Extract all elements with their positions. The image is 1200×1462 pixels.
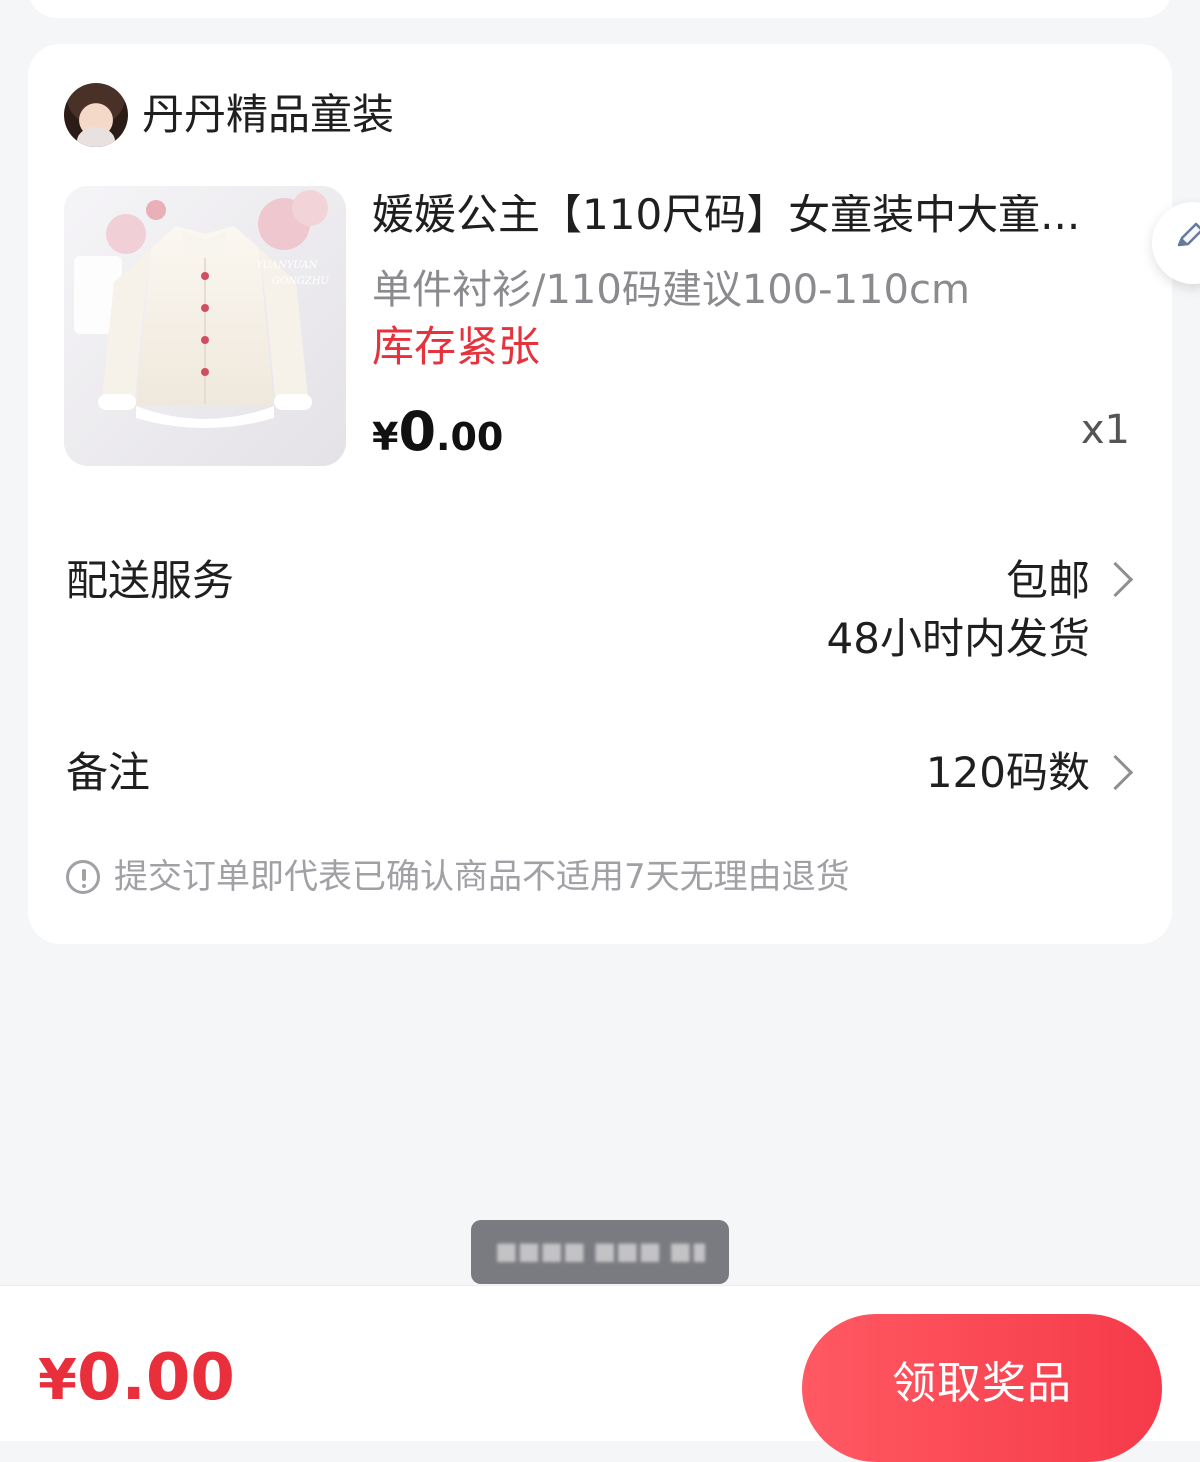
product-price-decimal: .00	[436, 415, 504, 459]
product-image-illustration: YUANYUAN GONGZHU	[64, 186, 346, 466]
product-price-currency: ¥	[372, 415, 399, 459]
total-price-currency: ¥	[38, 1348, 77, 1413]
order-card: 丹丹精品童装 YUANYUAN GONGZHU 媛媛公主【110尺码】女童装中大…	[28, 44, 1172, 944]
product-image[interactable]: YUANYUAN GONGZHU	[64, 186, 346, 466]
chevron-right-icon[interactable]	[1097, 561, 1134, 598]
toast-message: ■■■■ ■■■ ■■■■	[471, 1220, 729, 1284]
remarks-value[interactable]: 120码数	[926, 752, 1090, 794]
top-card-remnant	[28, 0, 1172, 18]
info-icon	[66, 860, 100, 894]
delivery-label: 配送服务	[66, 556, 235, 605]
total-price-amount: 0.00	[76, 1341, 235, 1415]
chevron-right-icon[interactable]	[1097, 754, 1134, 791]
stock-status-tag: 库存紧张	[372, 322, 541, 371]
product-price-integer: 0	[398, 400, 437, 463]
total-price: ¥0.00	[38, 1346, 235, 1410]
shop-header[interactable]: 丹丹精品童装	[64, 82, 394, 148]
shop-avatar[interactable]	[64, 83, 128, 147]
image-overlay-text-2: GONGZHU	[272, 276, 330, 287]
notice-text: 提交订单即代表已确认商品不适用7天无理由退货	[114, 857, 850, 897]
edit-icon	[1177, 222, 1200, 247]
toast-text: ■■■■ ■■■ ■■■■	[495, 1237, 705, 1265]
delivery-value-line2[interactable]: 48小时内发货	[827, 618, 1090, 660]
product-quantity: x1	[1080, 407, 1130, 453]
product-price: ¥0.00	[372, 400, 503, 463]
shop-name[interactable]: 丹丹精品童装	[142, 94, 394, 136]
product-title[interactable]: 媛媛公主【110尺码】女童装中大童...	[372, 194, 1114, 236]
remarks-label: 备注	[66, 748, 151, 797]
image-overlay-text-1: YUANYUAN	[256, 260, 319, 271]
product-spec: 单件衬衫/110码建议100-110cm	[372, 267, 970, 313]
bottom-checkout-bar: ¥0.00 领取奖品	[0, 1285, 1200, 1462]
return-policy-notice: 提交订单即代表已确认商品不适用7天无理由退货	[66, 860, 850, 894]
delivery-value-line1[interactable]: 包邮	[1006, 560, 1090, 602]
